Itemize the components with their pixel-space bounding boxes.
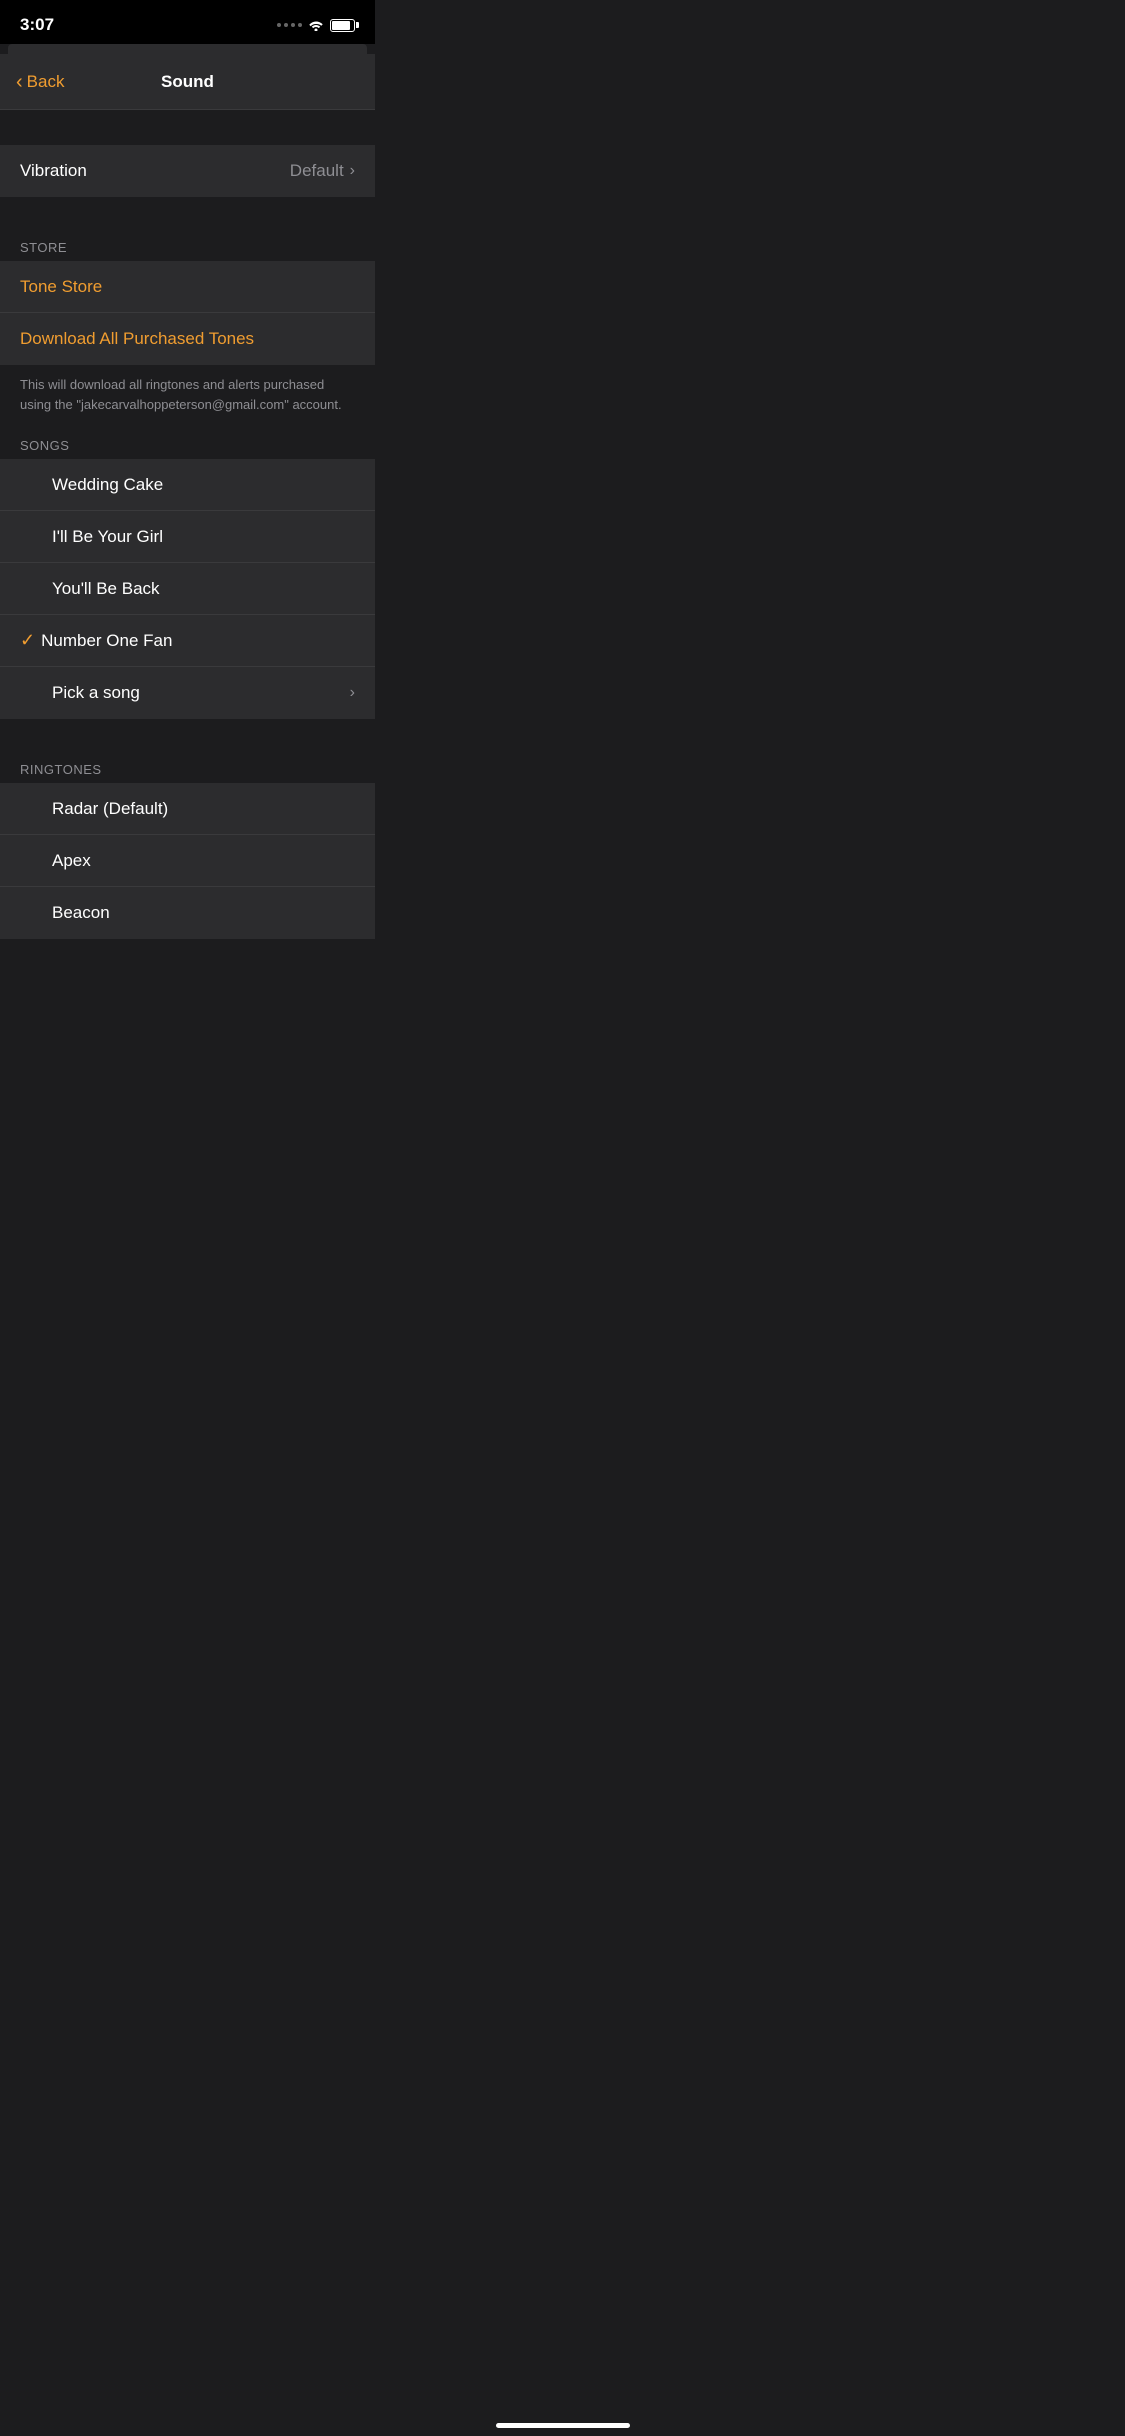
- vibration-value: Default ›: [290, 161, 355, 181]
- signal-icon: [277, 23, 302, 27]
- store-description: This will download all ringtones and ale…: [0, 365, 375, 430]
- ringtone-label-beacon: Beacon: [52, 903, 110, 923]
- section-separator-top: [0, 110, 375, 145]
- songs-section-header: SONGS: [0, 430, 375, 459]
- back-chevron-icon: ‹: [16, 72, 23, 92]
- scroll-hint: [8, 44, 367, 54]
- back-label: Back: [27, 72, 65, 92]
- ringtone-label-apex: Apex: [52, 851, 91, 871]
- vibration-section: Vibration Default ›: [0, 145, 375, 197]
- store-section-header: STORE: [0, 232, 375, 261]
- vibration-row[interactable]: Vibration Default ›: [0, 145, 375, 197]
- song-selected-row: ✓ Number One Fan: [20, 630, 172, 651]
- wifi-icon: [308, 19, 324, 31]
- song-row-pick-a-song[interactable]: Pick a song ›: [0, 667, 375, 719]
- song-label-wedding-cake: Wedding Cake: [52, 475, 163, 495]
- ringtone-row-beacon[interactable]: Beacon: [0, 887, 375, 939]
- download-tones-label: Download All Purchased Tones: [20, 329, 254, 349]
- status-bar: 3:07: [0, 0, 375, 44]
- status-time: 3:07: [20, 15, 54, 35]
- ringtone-row-apex[interactable]: Apex: [0, 835, 375, 887]
- checkmark-icon: ✓: [20, 630, 35, 651]
- song-label-pick-a-song: Pick a song: [52, 683, 140, 703]
- ringtones-section: Radar (Default) Apex Beacon: [0, 783, 375, 939]
- home-indicator: [496, 2423, 630, 2428]
- ringtones-section-header: RINGTONES: [0, 754, 375, 783]
- song-row-number-one-fan[interactable]: ✓ Number One Fan: [0, 615, 375, 667]
- song-label-number-one-fan: Number One Fan: [41, 631, 172, 651]
- download-tones-row[interactable]: Download All Purchased Tones: [0, 313, 375, 365]
- nav-bar: ‹ Back Sound: [0, 54, 375, 110]
- vibration-label: Vibration: [20, 161, 87, 181]
- song-row-youll-be-back[interactable]: You'll Be Back: [0, 563, 375, 615]
- ringtone-label-radar: Radar (Default): [52, 799, 168, 819]
- section-separator-store: [0, 197, 375, 232]
- song-row-ill-be-your-girl[interactable]: I'll Be Your Girl: [0, 511, 375, 563]
- song-label-youll-be-back: You'll Be Back: [52, 579, 160, 599]
- tone-store-label: Tone Store: [20, 277, 102, 297]
- section-separator-ringtones: [0, 719, 375, 754]
- song-row-wedding-cake[interactable]: Wedding Cake: [0, 459, 375, 511]
- pick-song-chevron-icon: ›: [350, 684, 355, 702]
- back-button[interactable]: ‹ Back: [16, 72, 64, 92]
- vibration-chevron-icon: ›: [350, 162, 355, 180]
- ringtone-row-radar[interactable]: Radar (Default): [0, 783, 375, 835]
- store-section: Tone Store Download All Purchased Tones: [0, 261, 375, 365]
- status-icons: [277, 19, 355, 32]
- song-label-ill-be-your-girl: I'll Be Your Girl: [52, 527, 163, 547]
- battery-icon: [330, 19, 355, 32]
- tone-store-row[interactable]: Tone Store: [0, 261, 375, 313]
- songs-section: Wedding Cake I'll Be Your Girl You'll Be…: [0, 459, 375, 719]
- page-title: Sound: [161, 72, 214, 92]
